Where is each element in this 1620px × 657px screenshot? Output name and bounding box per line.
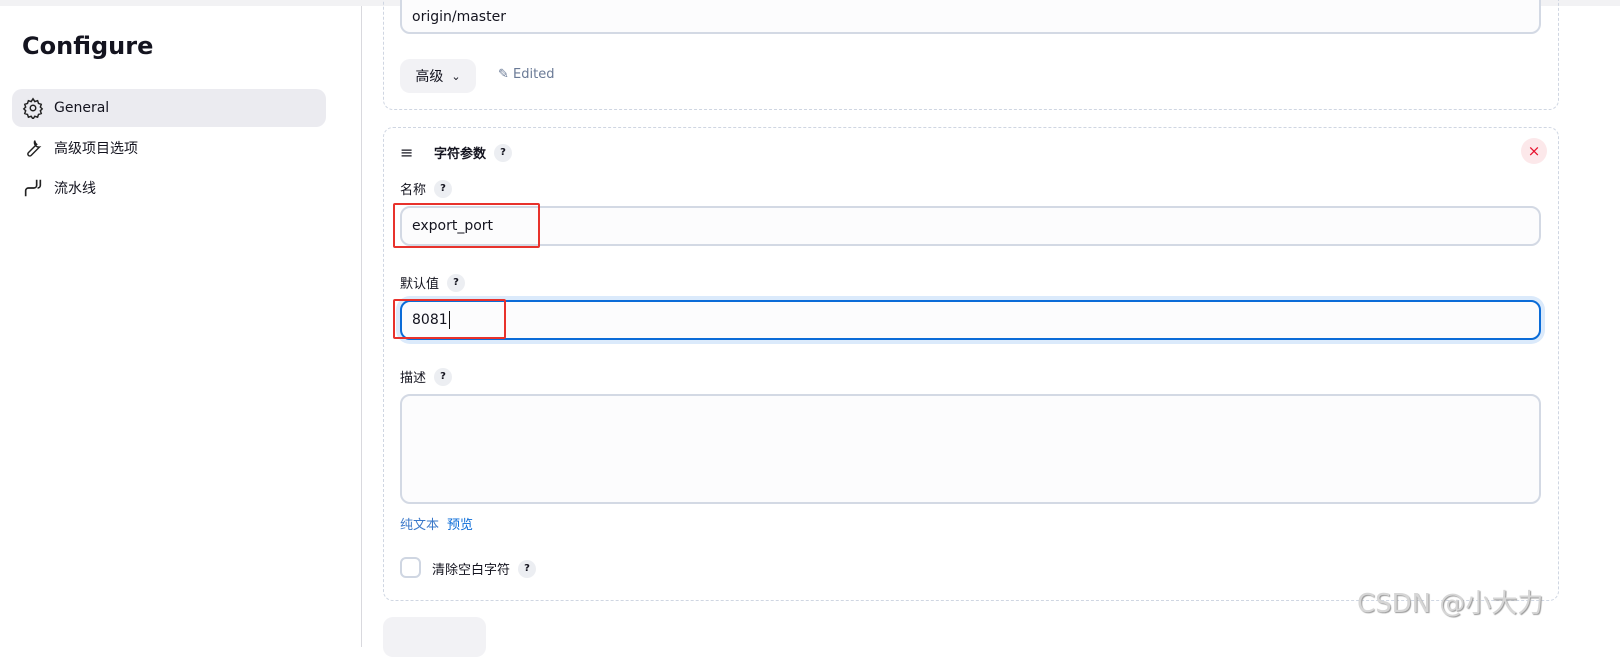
sidebar: Configure General 高级项目选项 流水线 bbox=[0, 6, 362, 647]
help-icon[interactable]: ? bbox=[447, 273, 466, 292]
name-label-text: 名称 bbox=[400, 183, 427, 198]
string-parameter-section bbox=[383, 127, 1559, 601]
help-icon[interactable]: ? bbox=[434, 367, 453, 386]
branch-value: origin/master bbox=[412, 9, 506, 25]
pencil-icon: ✎ bbox=[498, 67, 509, 82]
gear-icon bbox=[22, 97, 44, 119]
param-title: 字符参数 bbox=[434, 147, 487, 162]
help-icon[interactable]: ? bbox=[494, 143, 513, 162]
default-label: 默认值? bbox=[400, 273, 466, 292]
help-icon[interactable]: ? bbox=[434, 179, 453, 198]
description-label-text: 描述 bbox=[400, 371, 427, 386]
close-icon[interactable]: × bbox=[1521, 138, 1547, 164]
sidebar-item-label: 流水线 bbox=[54, 181, 96, 197]
name-input[interactable]: export_port bbox=[400, 206, 1541, 246]
branch-input[interactable]: origin/master bbox=[400, 0, 1541, 34]
help-icon[interactable]: ? bbox=[518, 559, 537, 578]
format-links: 纯文本 预览 bbox=[400, 514, 473, 533]
advanced-label: 高级 bbox=[415, 69, 444, 85]
advanced-button[interactable]: 高级 ⌄ bbox=[400, 59, 476, 93]
add-parameter-button[interactable] bbox=[383, 617, 486, 657]
trim-checkbox[interactable] bbox=[400, 557, 421, 578]
drag-handle-icon[interactable]: ≡ bbox=[400, 143, 426, 162]
pipeline-icon bbox=[24, 179, 42, 197]
wrench-icon bbox=[27, 140, 42, 157]
preview-link[interactable]: 预览 bbox=[447, 514, 473, 533]
description-label: 描述? bbox=[400, 367, 453, 386]
sidebar-item-label: 高级项目选项 bbox=[54, 141, 138, 157]
edited-indicator: ✎ Edited bbox=[498, 67, 554, 82]
highlight-box bbox=[393, 203, 540, 248]
trim-label: 清除空白字符? bbox=[432, 559, 537, 578]
sidebar-item-advanced[interactable]: 高级项目选项 bbox=[12, 129, 326, 167]
param-header: ≡ 字符参数 ? bbox=[400, 143, 513, 162]
edited-label: Edited bbox=[513, 67, 555, 82]
chevron-down-icon: ⌄ bbox=[451, 69, 461, 83]
sidebar-item-general[interactable]: General bbox=[12, 89, 326, 127]
page-title: Configure bbox=[22, 32, 154, 60]
trim-label-text: 清除空白字符 bbox=[432, 563, 511, 578]
default-value-input[interactable]: 8081 bbox=[400, 300, 1541, 340]
highlight-box bbox=[393, 299, 506, 339]
default-label-text: 默认值 bbox=[400, 277, 440, 292]
watermark: CSDN @小大力 bbox=[1357, 589, 1544, 619]
sidebar-item-label: General bbox=[54, 100, 110, 116]
description-textarea[interactable] bbox=[400, 394, 1541, 504]
sidebar-item-pipeline[interactable]: 流水线 bbox=[12, 169, 326, 207]
name-label: 名称? bbox=[400, 179, 453, 198]
plain-text-link[interactable]: 纯文本 bbox=[400, 514, 439, 533]
